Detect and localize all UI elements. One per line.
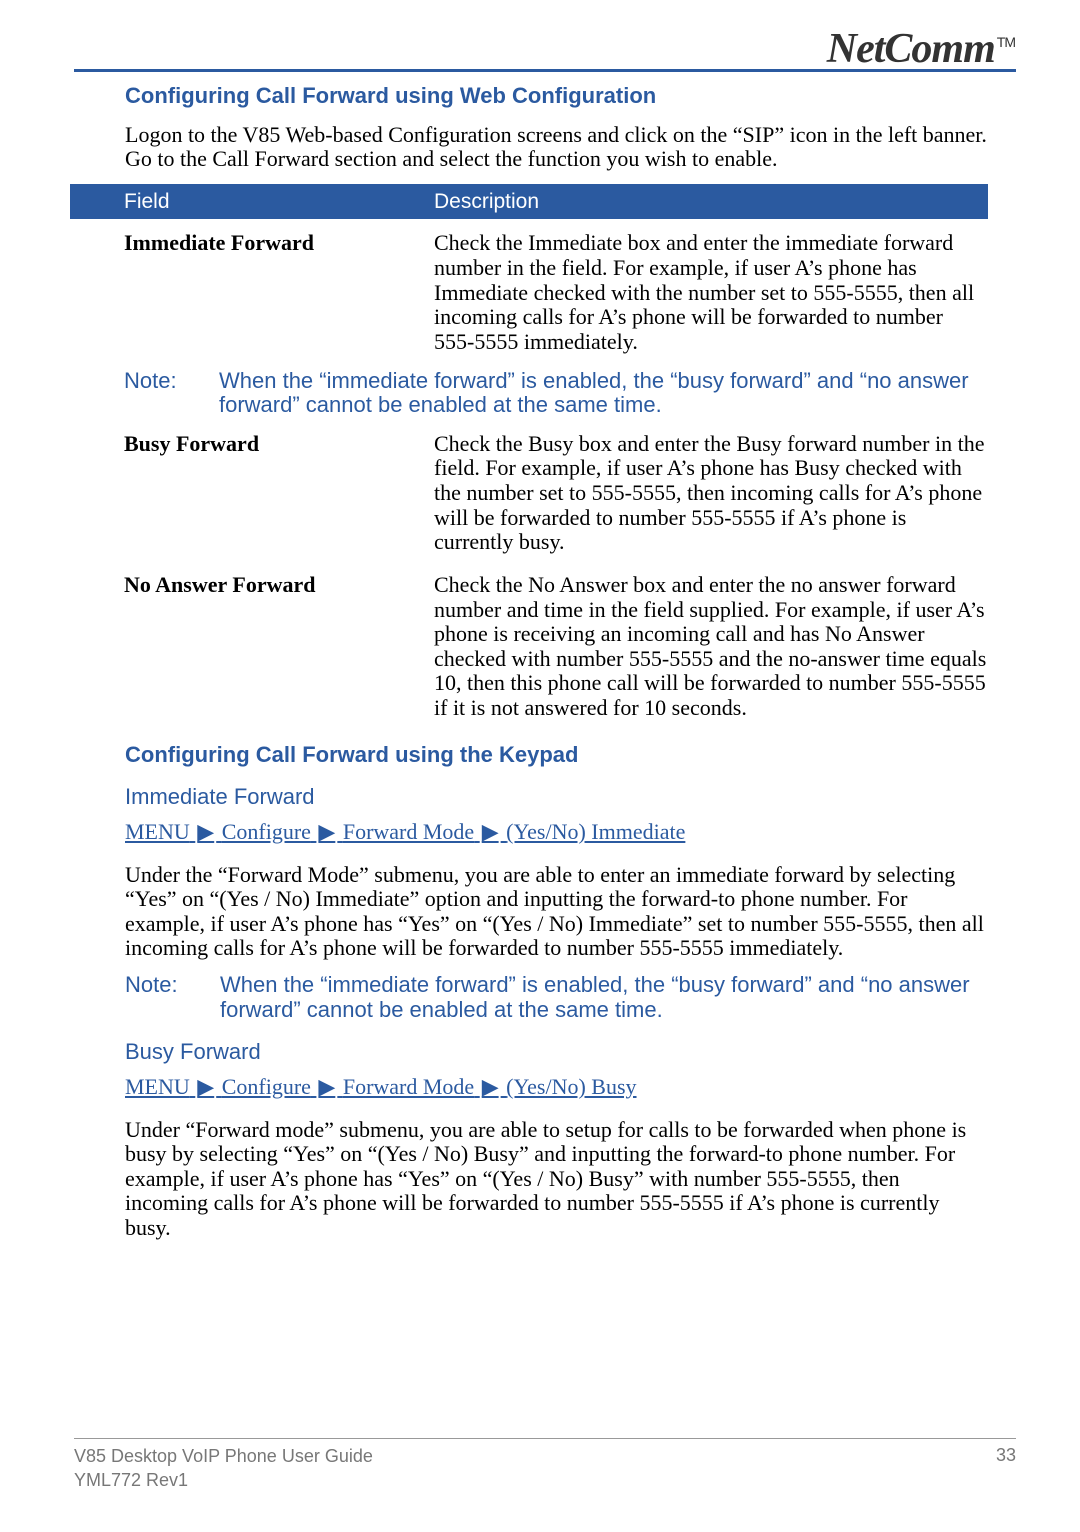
- menu-step: Configure: [222, 1074, 311, 1099]
- menu-path-busy: MENU ▶ Configure ▶ Forward Mode ▶ (Yes/N…: [125, 1075, 637, 1100]
- web-intro-paragraph: Logon to the V85 Web-based Configuration…: [125, 123, 988, 172]
- note-label: Note:: [124, 369, 219, 418]
- arrow-icon: ▶: [197, 819, 214, 844]
- immediate-body: Under the “Forward Mode” submenu, you ar…: [125, 863, 988, 962]
- arrow-icon: ▶: [482, 1074, 499, 1099]
- note-text: When the “immediate forward” is enabled,…: [220, 973, 988, 1022]
- menu-path-immediate: MENU ▶ Configure ▶ Forward Mode ▶ (Yes/N…: [125, 820, 685, 845]
- field-noanswer: No Answer Forward: [124, 573, 434, 721]
- note-label: Note:: [125, 973, 220, 1022]
- busy-body: Under “Forward mode” submenu, you are ab…: [125, 1118, 988, 1241]
- footer-rev: YML772 Rev1: [74, 1469, 373, 1492]
- th-field: Field: [70, 184, 434, 220]
- arrow-icon: ▶: [318, 1074, 335, 1099]
- menu-step: MENU: [125, 819, 190, 844]
- desc-noanswer: Check the No Answer box and enter the no…: [434, 573, 988, 721]
- desc-busy: Check the Busy box and enter the Busy fo…: [434, 432, 988, 555]
- note-text: When the “immediate forward” is enabled,…: [219, 369, 988, 418]
- footer-left: V85 Desktop VoIP Phone User Guide YML772…: [74, 1445, 373, 1492]
- th-description: Description: [434, 184, 988, 220]
- menu-step: Forward Mode: [343, 819, 474, 844]
- keypad-note: Note: When the “immediate forward” is en…: [125, 973, 988, 1022]
- menu-step: MENU: [125, 1074, 190, 1099]
- table-row: Immediate Forward Check the Immediate bo…: [124, 231, 988, 354]
- menu-step: (Yes/No) Immediate: [506, 819, 685, 844]
- footer-rule: [74, 1438, 1016, 1439]
- menu-step: (Yes/No) Busy: [506, 1074, 636, 1099]
- menu-step: Forward Mode: [343, 1074, 474, 1099]
- header-rule: [74, 69, 1016, 72]
- section-heading-keypad: Configuring Call Forward using the Keypa…: [125, 743, 988, 768]
- menu-step: Configure: [222, 819, 311, 844]
- arrow-icon: ▶: [482, 819, 499, 844]
- page-content: Configuring Call Forward using Web Confi…: [125, 80, 988, 1253]
- table-row: Busy Forward Check the Busy box and ente…: [124, 432, 988, 555]
- brand-logo: NetCommTM: [827, 25, 1015, 73]
- field-busy: Busy Forward: [124, 432, 434, 555]
- subheading-busy: Busy Forward: [125, 1040, 988, 1065]
- desc-immediate: Check the Immediate box and enter the im…: [434, 231, 988, 354]
- trademark: TM: [997, 34, 1015, 50]
- table-note: Note: When the “immediate forward” is en…: [124, 369, 988, 418]
- field-immediate: Immediate Forward: [124, 231, 434, 354]
- table-row: No Answer Forward Check the No Answer bo…: [124, 573, 988, 721]
- footer-title: V85 Desktop VoIP Phone User Guide: [74, 1445, 373, 1468]
- subheading-immediate: Immediate Forward: [125, 785, 988, 810]
- page-number: 33: [996, 1445, 1016, 1492]
- section-heading-web: Configuring Call Forward using Web Confi…: [125, 84, 988, 109]
- arrow-icon: ▶: [318, 819, 335, 844]
- arrow-icon: ▶: [197, 1074, 214, 1099]
- brand-name: NetComm: [827, 26, 995, 72]
- table-header-row: Field Description: [70, 184, 988, 220]
- page-footer: V85 Desktop VoIP Phone User Guide YML772…: [74, 1438, 1016, 1492]
- forward-table: Field Description Immediate Forward Chec…: [70, 184, 988, 721]
